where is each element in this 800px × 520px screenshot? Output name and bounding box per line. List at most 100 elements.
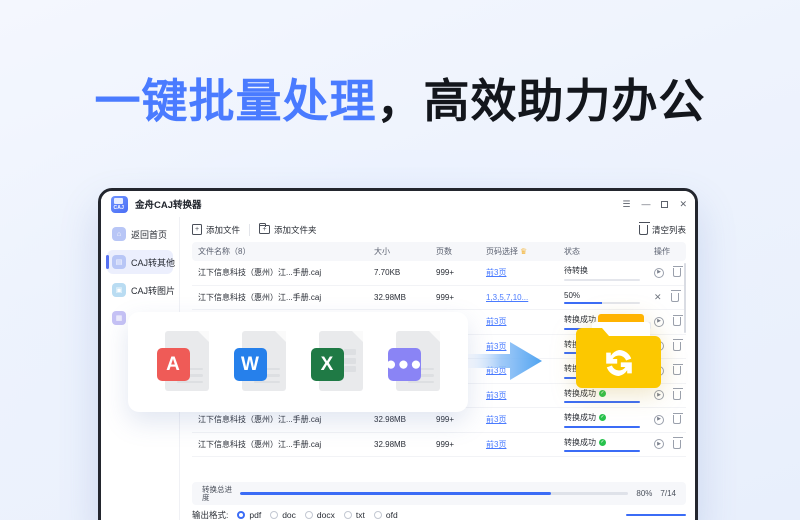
sidebar-item-home[interactable]: ⌂ 返回首页 — [107, 222, 173, 246]
excel-file-icon: X — [311, 331, 363, 393]
column-header-status: 状态 — [564, 246, 654, 257]
format-radio-txt[interactable]: txt — [344, 510, 365, 520]
cell-file-name: 江下信息科技（惠州）江...手册.caj — [198, 439, 374, 450]
success-check-icon: ✓ — [599, 316, 606, 323]
format-radio-doc[interactable]: doc — [270, 510, 296, 520]
maximize-icon[interactable] — [661, 201, 668, 208]
cell-page-select-link[interactable]: 前3页 — [486, 317, 506, 326]
delete-icon[interactable] — [673, 317, 681, 326]
app-title: 金舟CAJ转换器 — [135, 197, 202, 211]
delete-icon[interactable] — [673, 342, 681, 351]
add-folder-button[interactable]: + 添加文件夹 — [259, 224, 317, 236]
cell-page-select-link[interactable]: 前3页 — [486, 268, 506, 277]
cell-status: 转换成功✓ — [564, 388, 654, 404]
close-icon[interactable]: ✕ — [679, 200, 687, 209]
headline-comma: ， — [377, 75, 424, 127]
row-progress-bar — [564, 401, 640, 403]
headline-dark-text: 高效助力办公 — [424, 75, 706, 127]
success-check-icon: ✓ — [599, 365, 606, 372]
play-icon[interactable]: ▶ — [654, 415, 664, 425]
format-radio-label: ofd — [386, 510, 398, 520]
cell-page-select-link[interactable]: 前3页 — [486, 440, 506, 449]
success-check-icon: ✓ — [599, 341, 606, 348]
more-formats-icon: ●●● — [388, 331, 440, 393]
page-headline: 一键批量处理，高效助力办公 — [0, 76, 800, 127]
play-icon[interactable]: ▶ — [654, 390, 664, 400]
output-format-bar: 输出格式: pdfdoc docxtxt ofd — [180, 505, 695, 520]
window-controls: ☰ — ✕ — [622, 200, 687, 209]
caj-misc-icon: ▦ — [112, 311, 126, 325]
delete-icon[interactable] — [673, 440, 681, 449]
format-radio-label: docx — [317, 510, 335, 520]
cell-page-select-link[interactable]: 前3页 — [486, 391, 506, 400]
cell-operations: ▶ — [654, 366, 681, 376]
row-progress-bar — [564, 450, 640, 452]
total-progress-label: 转换总进度 — [202, 486, 232, 502]
column-header-pages: 页数 — [436, 246, 486, 257]
cell-page-select-link[interactable]: 前3页 — [486, 342, 506, 351]
column-header-size: 大小 — [374, 246, 436, 257]
cell-page-select-link[interactable]: 前3页 — [486, 366, 506, 375]
cell-operations: ✕ — [654, 293, 680, 302]
play-icon[interactable]: ▶ — [654, 366, 664, 376]
radio-dot-icon — [344, 511, 352, 519]
status-text: 转换成功 — [564, 363, 596, 374]
format-radio-docx[interactable]: docx — [305, 510, 335, 520]
delete-icon[interactable] — [673, 366, 681, 375]
row-progress-bar — [564, 328, 640, 330]
success-check-icon: ✓ — [599, 439, 606, 446]
play-icon[interactable]: ▶ — [654, 439, 664, 449]
sidebar-item-caj-to-image[interactable]: ▣ CAJ转图片 — [107, 278, 173, 302]
home-icon: ⌂ — [112, 227, 126, 241]
format-radio-ofd[interactable]: ofd — [374, 510, 398, 520]
cell-status: 转换成功✓ — [564, 437, 654, 453]
file-types-overlay-card: AWX●●● — [128, 312, 468, 412]
format-radio-pdf[interactable]: pdf — [237, 510, 261, 520]
add-file-button[interactable]: + 添加文件 — [192, 224, 240, 236]
play-icon[interactable]: ▶ — [654, 268, 664, 278]
clear-list-button[interactable]: 清空列表 — [639, 224, 686, 236]
cell-file-size: 32.98MB — [374, 415, 436, 424]
status-text: 待转换 — [564, 265, 588, 276]
output-format-label: 输出格式: — [192, 509, 228, 520]
headline-blue-text: 一键批量处理 — [95, 75, 377, 127]
minimize-icon[interactable]: — — [641, 200, 650, 209]
delete-icon[interactable] — [673, 415, 681, 424]
cell-operations: ▶ — [654, 341, 681, 351]
play-icon[interactable]: ▶ — [654, 341, 664, 351]
table-row[interactable]: 江下信息科技（惠州）江...手册.caj32.98MB999+前3页转换成功✓▶ — [192, 433, 686, 458]
format-badge: W — [234, 348, 267, 381]
cell-file-name: 江下信息科技（惠州）江...手册.caj — [198, 292, 374, 303]
cell-page-count: 999+ — [436, 440, 486, 449]
delete-icon[interactable] — [673, 391, 681, 400]
add-file-label: 添加文件 — [206, 224, 240, 236]
table-row[interactable]: 江下信息科技（惠州）江...手册.caj32.98MB999+1,3,5,7,1… — [192, 286, 686, 311]
cell-status: 转换成功✓ — [564, 314, 654, 330]
sidebar-item-caj-to-other[interactable]: ▤ CAJ转其他 — [107, 250, 173, 274]
table-scrollbar[interactable] — [684, 263, 687, 333]
trash-icon — [639, 225, 648, 235]
status-text: 50% — [564, 291, 580, 300]
column-header-page-select: 页码选择♛ — [486, 246, 564, 257]
delete-icon[interactable] — [673, 268, 681, 277]
radio-dot-icon — [374, 511, 382, 519]
sidebar-item-label: 返回首页 — [131, 228, 167, 241]
delete-icon[interactable] — [671, 293, 679, 302]
cell-page-count: 999+ — [436, 268, 486, 277]
row-progress-bar — [564, 352, 640, 354]
cell-page-select-link[interactable]: 前3页 — [486, 415, 506, 424]
cancel-icon[interactable]: ✕ — [654, 293, 662, 302]
cell-operations: ▶ — [654, 415, 681, 425]
play-icon[interactable]: ▶ — [654, 317, 664, 327]
status-text: 转换成功 — [564, 412, 596, 423]
toolbar: + 添加文件 + 添加文件夹 清空列表 — [180, 217, 695, 242]
add-folder-icon: + — [259, 225, 270, 234]
total-progress-bar: 转换总进度 80% 7/14 — [192, 482, 686, 505]
cell-status: 转换成功✓ — [564, 363, 654, 379]
table-row[interactable]: 江下信息科技（惠州）江...手册.caj7.70KB999+前3页待转换▶ — [192, 261, 686, 286]
menu-icon[interactable]: ☰ — [622, 200, 630, 209]
cell-page-select-link[interactable]: 1,3,5,7,10... — [486, 293, 528, 302]
cell-operations: ▶ — [654, 268, 681, 278]
total-progress-fill — [240, 492, 551, 495]
cell-status: 转换成功✓ — [564, 339, 654, 355]
